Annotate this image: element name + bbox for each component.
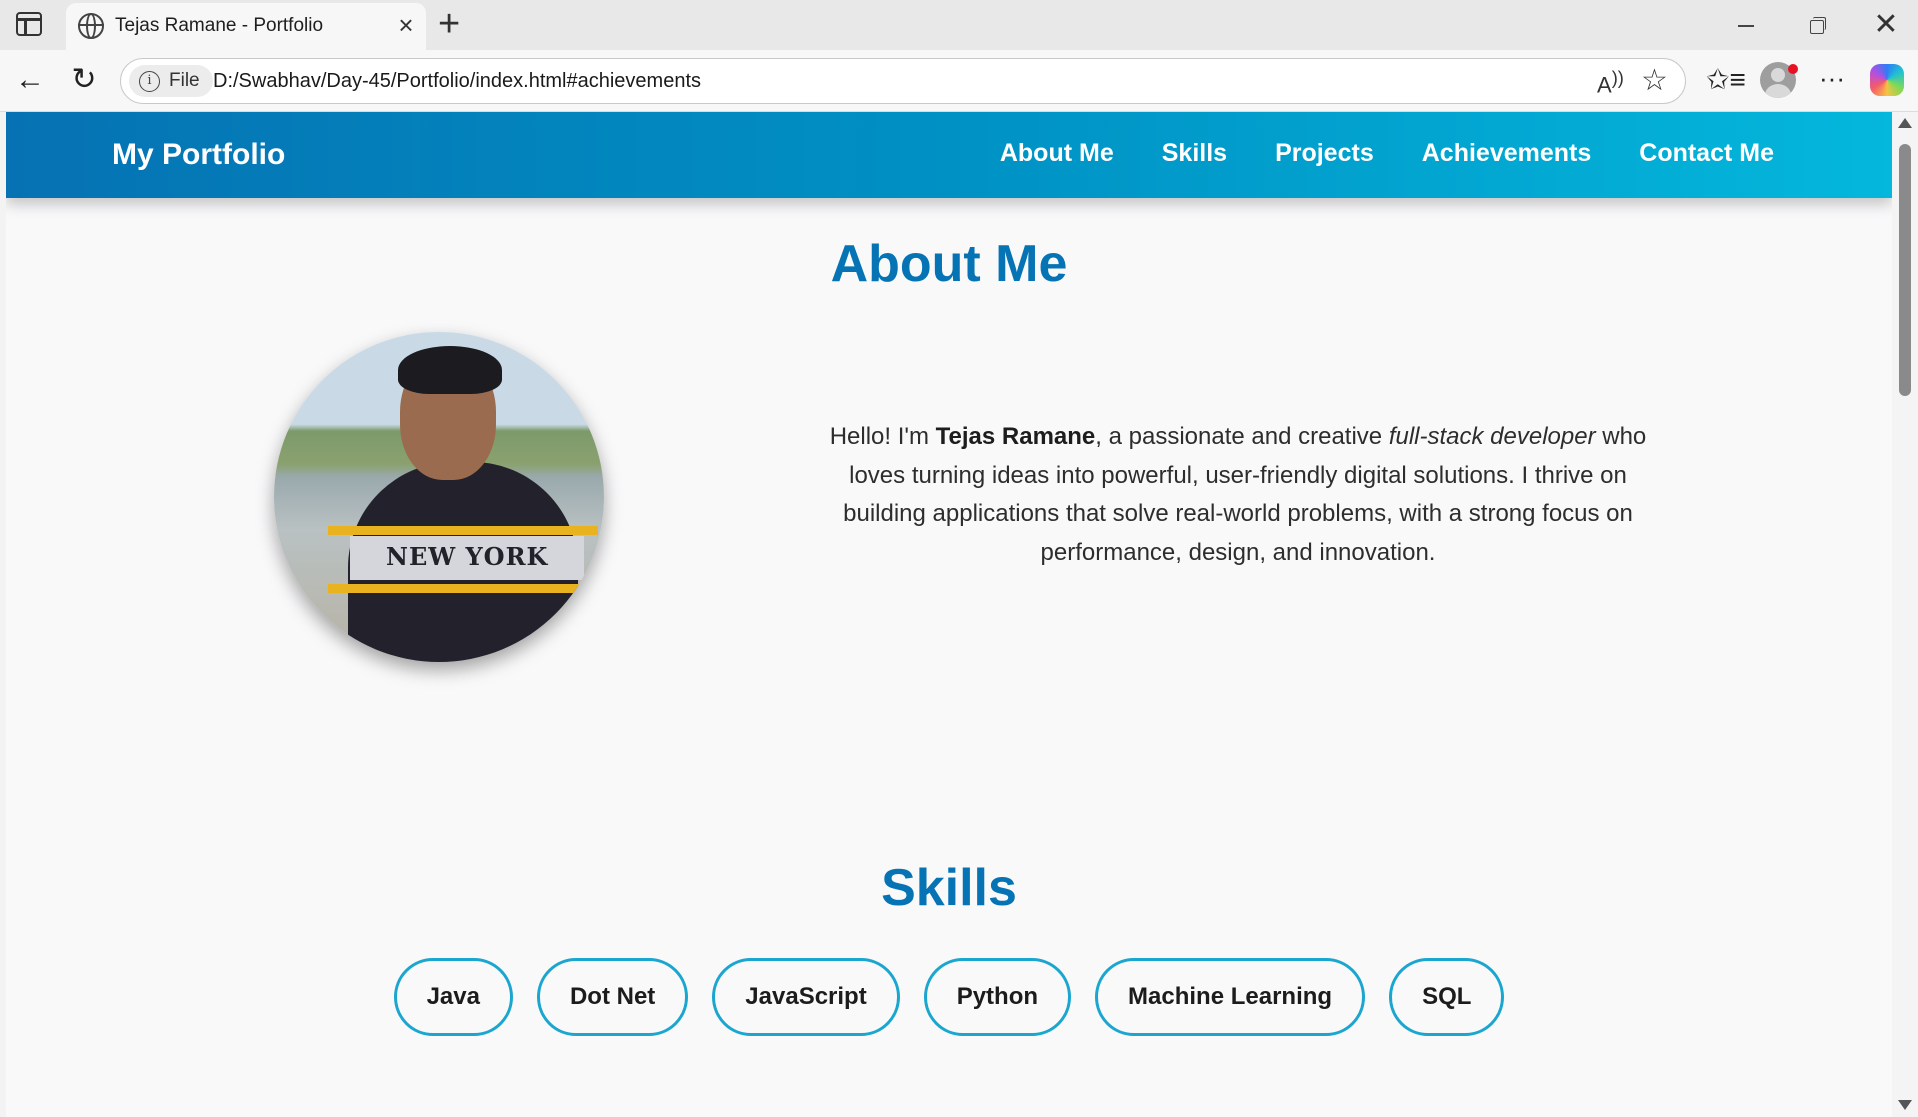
sidebar-icon[interactable] [16, 12, 42, 36]
reload-icon[interactable]: ↻ [66, 62, 102, 98]
about-text-start: Hello! I'm [829, 423, 936, 450]
photo-stripe [328, 526, 598, 535]
globe-icon [78, 13, 104, 39]
skill-pill: SQL [1389, 958, 1505, 1036]
skill-pill: Dot Net [536, 958, 689, 1036]
minimize-icon[interactable] [1724, 8, 1768, 42]
nav-link-about[interactable]: About Me [1000, 139, 1114, 168]
nav-link-projects[interactable]: Projects [1275, 139, 1374, 168]
notification-dot [1788, 64, 1798, 74]
scroll-up-icon[interactable] [1898, 118, 1912, 128]
url-text[interactable]: D:/Swabhav/Day-45/Portfolio/index.html#a… [213, 70, 701, 93]
more-icon[interactable]: ··· [1812, 58, 1852, 102]
site-navbar: My Portfolio About Me Skills Projects Ac… [6, 112, 1892, 198]
scrollbar-thumb[interactable] [1899, 144, 1911, 396]
about-heading: About Me [830, 235, 1068, 293]
read-aloud-icon[interactable]: A)) [1597, 67, 1624, 98]
photo-hair [398, 346, 502, 394]
skill-pill: JavaScript [712, 958, 900, 1036]
about-role: full-stack developer [1388, 423, 1596, 450]
about-text-middle: , a passionate and creative [1095, 423, 1389, 450]
browser-tab[interactable]: Tejas Ramane - Portfolio × [66, 3, 426, 50]
favorites-icon[interactable]: ✩≡ [1706, 58, 1746, 102]
skill-pill: Python [923, 958, 1072, 1036]
site-chip-label: File [169, 70, 200, 91]
skill-pill: Java [393, 958, 513, 1036]
brand-logo[interactable]: My Portfolio [112, 138, 285, 172]
skill-pill: Machine Learning [1095, 958, 1366, 1036]
address-bar[interactable]: i File D:/Swabhav/Day-45/Portfolio/index… [120, 58, 1686, 104]
page-viewport: My Portfolio About Me Skills Projects Ac… [6, 112, 1892, 1117]
page-scrollbar[interactable] [1892, 112, 1918, 1117]
browser-tab-bar: Tejas Ramane - Portfolio × + ✕ [0, 0, 1918, 50]
copilot-icon[interactable] [1870, 64, 1904, 96]
photo-stripe [328, 584, 598, 593]
profile-photo: NEW YORK [274, 332, 604, 662]
star-icon[interactable]: ☆ [1641, 63, 1668, 98]
info-icon: i [139, 71, 160, 92]
close-icon[interactable]: × [392, 11, 420, 39]
browser-toolbar: ← ↻ i File D:/Swabhav/Day-45/Portfolio/i… [0, 50, 1918, 112]
nav-links: About Me Skills Projects Achievements Co… [1000, 139, 1774, 168]
about-name: Tejas Ramane [935, 423, 1096, 450]
tab-title: Tejas Ramane - Portfolio [115, 15, 324, 36]
about-paragraph: Hello! I'm Tejas Ramane, a passionate an… [808, 418, 1668, 572]
restore-icon[interactable] [1794, 8, 1838, 42]
new-tab-icon[interactable]: + [438, 4, 460, 44]
nav-link-achievements[interactable]: Achievements [1422, 139, 1592, 168]
skills-heading: Skills [881, 859, 1017, 917]
skills-list: Java Dot Net JavaScript Python Machine L… [6, 958, 1892, 1036]
nav-link-skills[interactable]: Skills [1162, 139, 1227, 168]
site-info-chip[interactable]: i File [129, 65, 213, 97]
nav-link-contact[interactable]: Contact Me [1639, 139, 1774, 168]
photo-shirt-text: NEW YORK [386, 542, 549, 571]
window-close-icon[interactable]: ✕ [1864, 8, 1908, 42]
back-arrow-icon[interactable]: ← [12, 62, 48, 98]
scroll-down-icon[interactable] [1898, 1100, 1912, 1110]
